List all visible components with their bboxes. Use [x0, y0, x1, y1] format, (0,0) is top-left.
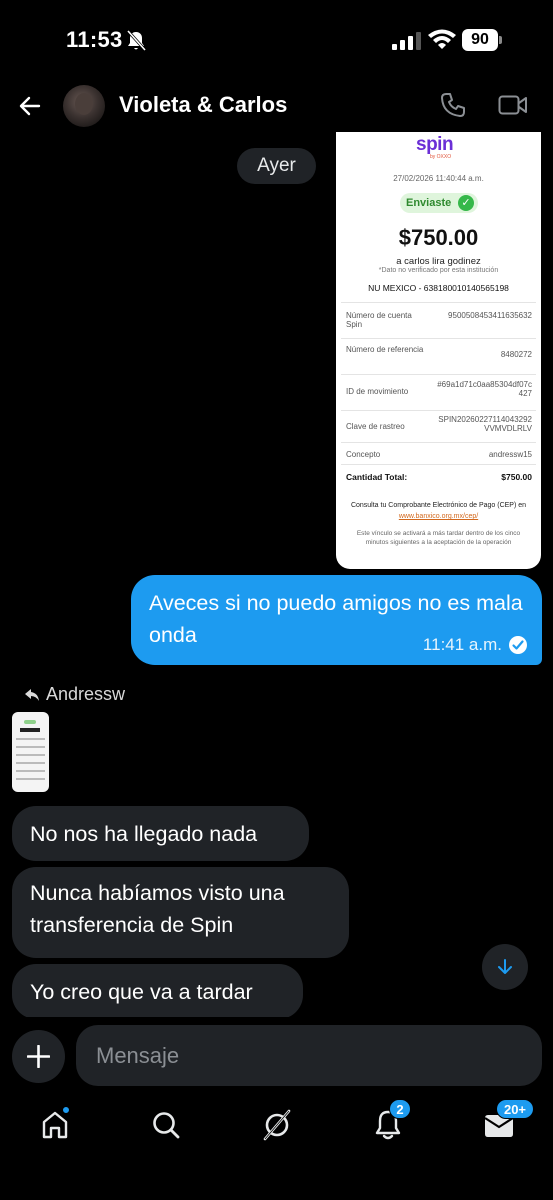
scroll-to-bottom-button[interactable]: [482, 944, 528, 990]
thumbnail-badge: [24, 720, 36, 724]
message-list[interactable]: Ayer spin by OXXO 27/02/2026 11:40:44 a.…: [0, 132, 553, 1017]
grok-icon: [263, 1109, 291, 1141]
bottom-nav: 2 20+: [0, 1096, 553, 1200]
nav-grok[interactable]: [260, 1108, 294, 1142]
search-icon: [153, 1112, 180, 1139]
receipt-row-value: 9500508453411635632: [448, 311, 532, 320]
incoming-message[interactable]: No nos ha llegado nada: [12, 806, 309, 861]
receipt-row-key: Clave de rastreo: [346, 422, 405, 431]
conversation-header: Violeta & Carlos: [0, 80, 553, 132]
receipt-recipient: a carlos lira godinez: [396, 256, 481, 267]
receipt-total-row: Cantidad Total: $750.00: [341, 464, 536, 488]
add-attachment-button[interactable]: [12, 1030, 65, 1083]
receipt-row: Concepto andressw15: [341, 442, 536, 464]
plus-icon: [27, 1045, 50, 1068]
nav-search[interactable]: [149, 1108, 183, 1142]
outgoing-message-meta: 11:41 a.m.: [423, 635, 528, 655]
thumbnail-line: [16, 762, 45, 764]
receipt-row-value: andressw15: [488, 450, 532, 459]
thumbnail-amount: [20, 728, 40, 732]
message-composer: [0, 1020, 553, 1092]
receipt-row-key: ID de movimiento: [346, 387, 409, 396]
home-notification-dot: [61, 1105, 71, 1115]
incoming-message[interactable]: Nunca habíamos visto una transferencia d…: [12, 867, 349, 958]
reply-arrow-icon: [25, 688, 39, 701]
receipt-consult-text: Consulta tu Comprobante Electrónico de P…: [350, 502, 527, 509]
battery-indicator: 90: [462, 29, 502, 51]
receipt-footer: Este vínculo se activará a más tardar de…: [356, 530, 521, 546]
battery-level: 90: [462, 29, 498, 51]
receipt-bank: NU MEXICO - 638180010140565198: [368, 283, 509, 293]
receipt-consult: Consulta tu Comprobante Electrónico de P…: [344, 500, 533, 522]
phone-icon[interactable]: [440, 92, 466, 118]
nav-messages[interactable]: 20+: [482, 1099, 534, 1142]
wifi-icon: [428, 29, 456, 49]
receipt-consult-link: www.banxico.org.mx/cep/: [398, 513, 479, 520]
check-icon: ✓: [458, 195, 474, 211]
bell-off-icon: [126, 30, 146, 52]
thumbnail-line: [16, 770, 45, 772]
receipt-row-key: Número de referencia: [346, 345, 424, 354]
receipt-row: Número de referencia 8480272: [341, 338, 536, 374]
spin-logo: spin: [416, 134, 454, 155]
receipt-note: *Dato no verificado por esta institución: [378, 267, 499, 274]
thumbnail-line: [16, 778, 45, 780]
battery-tip: [499, 36, 502, 44]
nav-notifications[interactable]: 2: [371, 1099, 411, 1142]
receipt-total-label: Cantidad Total:: [346, 472, 408, 482]
status-time: 11:53: [66, 27, 123, 52]
avatar[interactable]: [63, 85, 105, 127]
message-time: 11:41 a.m.: [422, 635, 502, 654]
receipt-thumbnail[interactable]: [12, 712, 49, 792]
receipt-row-key: Concepto: [346, 450, 381, 459]
back-arrow-icon[interactable]: [18, 94, 42, 118]
incoming-message[interactable]: Yo creo que va a tardar: [12, 964, 303, 1017]
receipt-row-key: Número de cuenta Spin: [346, 311, 412, 329]
signal-icon: [392, 32, 421, 50]
receipt-row-value: 8480272: [500, 350, 532, 359]
receipt-amount: $750.00: [398, 225, 479, 250]
reply-label-name: Andressw: [46, 684, 126, 704]
receipt-row: ID de movimiento #69a1d71c0aa85304df07c4…: [341, 374, 536, 410]
receipt-datetime: 27/02/2026 11:40:44 a.m.: [393, 174, 484, 183]
spin-logo-sub: by OXXO: [430, 154, 452, 160]
receipt-status-badge: Enviaste ✓: [400, 193, 478, 213]
arrow-down-icon: [498, 959, 512, 974]
receipt-row: Número de cuenta Spin 950050845341163563…: [341, 302, 536, 338]
video-call-icon[interactable]: [498, 94, 528, 116]
thumbnail-line: [16, 738, 45, 740]
read-check-icon: [509, 636, 527, 654]
receipt-table: Número de cuenta Spin 950050845341163563…: [341, 302, 536, 488]
nav-home[interactable]: [38, 1105, 72, 1142]
reply-label: Andressw: [24, 684, 125, 705]
status-bar: 11:53 90: [0, 0, 553, 80]
thumbnail-line: [16, 746, 45, 748]
notifications-badge: 2: [389, 1099, 411, 1119]
messages-badge: 20+: [496, 1099, 534, 1119]
receipt-total-value: $750.00: [501, 472, 532, 482]
conversation-title[interactable]: Violeta & Carlos: [119, 92, 287, 118]
receipt-image[interactable]: spin by OXXO 27/02/2026 11:40:44 a.m. En…: [336, 132, 541, 569]
receipt-status-text: Enviaste: [406, 197, 452, 209]
receipt-row: Clave de rastreo SPIN20260227114043292VV…: [341, 410, 536, 442]
thumbnail-line: [16, 754, 45, 756]
outgoing-message[interactable]: Aveces si no puedo amigos no es mala ond…: [131, 575, 542, 665]
receipt-row-value: SPIN20260227114043292VVMVDLRLV: [438, 415, 532, 433]
message-input[interactable]: [76, 1025, 542, 1086]
date-separator: Ayer: [237, 148, 316, 184]
receipt-row-value: #69a1d71c0aa85304df07c427: [437, 380, 532, 398]
